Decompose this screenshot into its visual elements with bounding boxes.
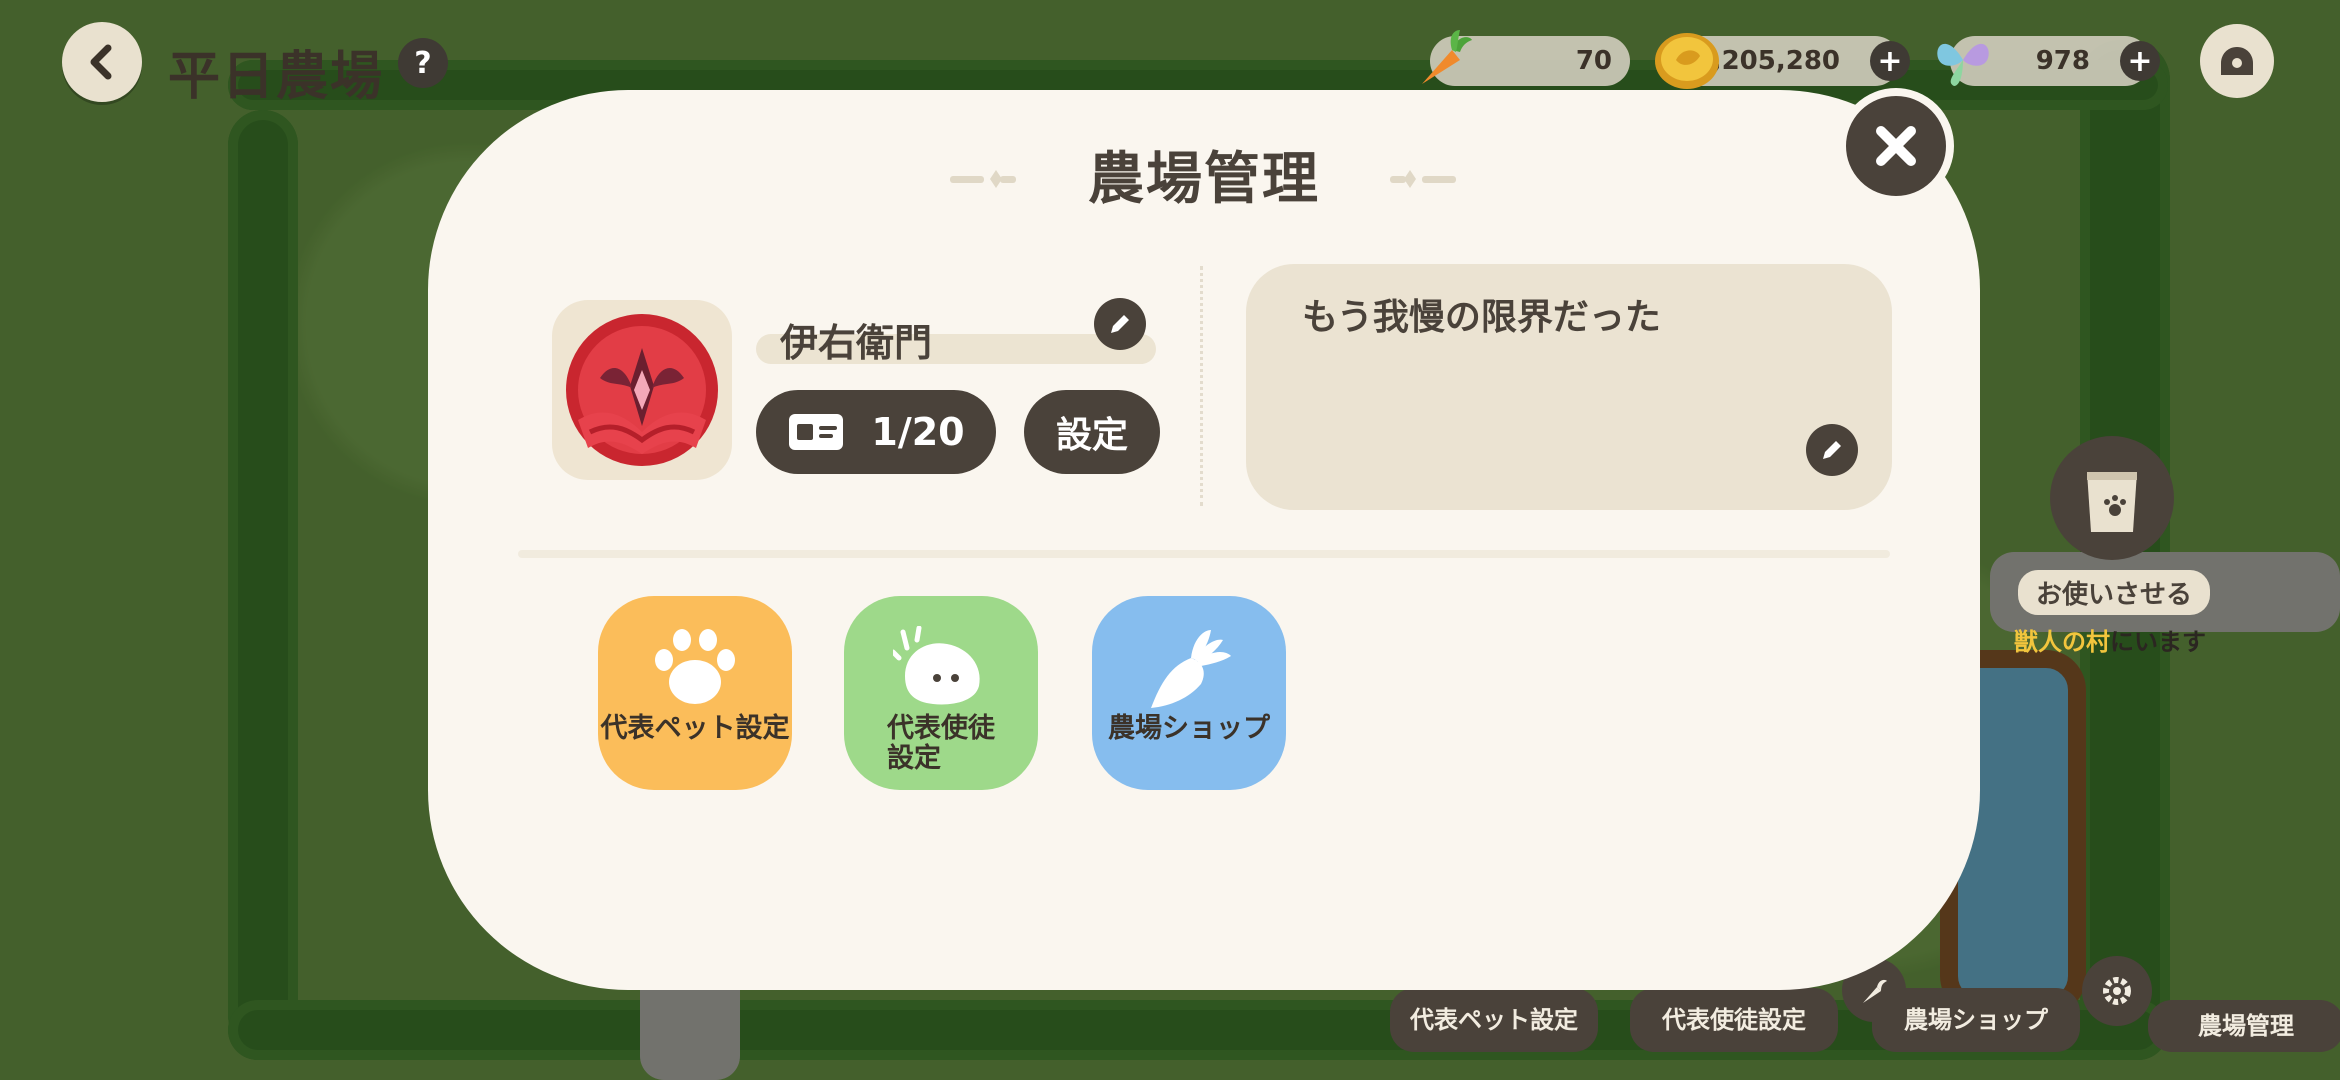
- message-text: もう我慢の限界だった: [1302, 297, 1661, 338]
- gem-count: 978: [2035, 46, 2090, 76]
- section-divider-vertical: [1200, 266, 1203, 506]
- help-icon[interactable]: ?: [398, 38, 448, 88]
- pet-setting-label: 代表ペット設定: [600, 713, 790, 744]
- butterfly-gem-icon: [1928, 24, 1998, 101]
- carrot-count: 70: [1575, 46, 1612, 76]
- radish-icon: [1141, 622, 1237, 712]
- edit-name-button[interactable]: [1094, 298, 1146, 350]
- apprentice-setting-label: 代表使徒 設定: [887, 713, 995, 774]
- chevron-left-icon: [90, 44, 112, 80]
- add-gold-button[interactable]: +: [1870, 41, 1910, 81]
- card-count: 1/20: [871, 410, 965, 454]
- gem-counter: 978 +: [1937, 36, 2160, 86]
- errand-location: 獣人の村にいます: [2014, 628, 2206, 656]
- close-button[interactable]: [1838, 88, 1954, 204]
- add-gem-button[interactable]: +: [2120, 41, 2160, 81]
- nav-farm-manage[interactable]: 農場管理: [2148, 1000, 2340, 1052]
- farm-shop-tile[interactable]: 農場ショップ: [1092, 596, 1286, 790]
- card-count-button[interactable]: 1/20: [756, 390, 996, 474]
- errand-label[interactable]: お使いさせる: [2018, 570, 2211, 615]
- player-avatar[interactable]: [552, 300, 732, 480]
- spirit-icon: [893, 622, 989, 712]
- farm-shop-label: 農場ショップ: [1108, 713, 1270, 744]
- setting-button[interactable]: 設定: [1024, 390, 1160, 474]
- player-name: 伊右衛門: [780, 321, 933, 365]
- id-card-icon: [789, 414, 844, 450]
- paw-icon: [650, 622, 740, 712]
- carrot-counter: 70: [1422, 30, 1630, 86]
- nav-apprentice-setting[interactable]: 代表使徒設定: [1630, 988, 1838, 1052]
- back-button[interactable]: [62, 22, 142, 102]
- title-decoration-right: [1390, 170, 1456, 188]
- bag-icon: [2087, 472, 2137, 532]
- pet-setting-tile[interactable]: 代表ペット設定: [598, 596, 792, 790]
- pencil-icon: [1823, 441, 1841, 459]
- nav-pet-setting[interactable]: 代表ペット設定: [1390, 988, 1598, 1052]
- errand-bag-button[interactable]: [2050, 436, 2174, 560]
- close-icon: [1876, 126, 1916, 166]
- farm-management-dialog: 農場管理 伊右衛門 1/20 設定 もう我慢の限界だった 代表ペット設定 代表使…: [428, 90, 1980, 990]
- apprentice-setting-tile[interactable]: 代表使徒 設定: [844, 596, 1038, 790]
- dialog-title: 農場管理: [1088, 147, 1320, 212]
- envelope-icon: [2221, 47, 2253, 75]
- section-divider-horizontal: [518, 550, 1890, 558]
- pencil-icon: [1111, 315, 1129, 333]
- nav-gear-icon: [2082, 956, 2152, 1026]
- message-box: もう我慢の限界だった: [1246, 264, 1892, 510]
- edit-message-button[interactable]: [1806, 424, 1858, 476]
- mail-button[interactable]: [2200, 24, 2274, 98]
- farm-name: 平日農場: [168, 47, 385, 107]
- nav-farm-shop[interactable]: 農場ショップ: [1872, 988, 2080, 1052]
- gold-counter: 1,205,280 +: [1655, 33, 1910, 89]
- avatar-emblem-icon: [566, 314, 718, 466]
